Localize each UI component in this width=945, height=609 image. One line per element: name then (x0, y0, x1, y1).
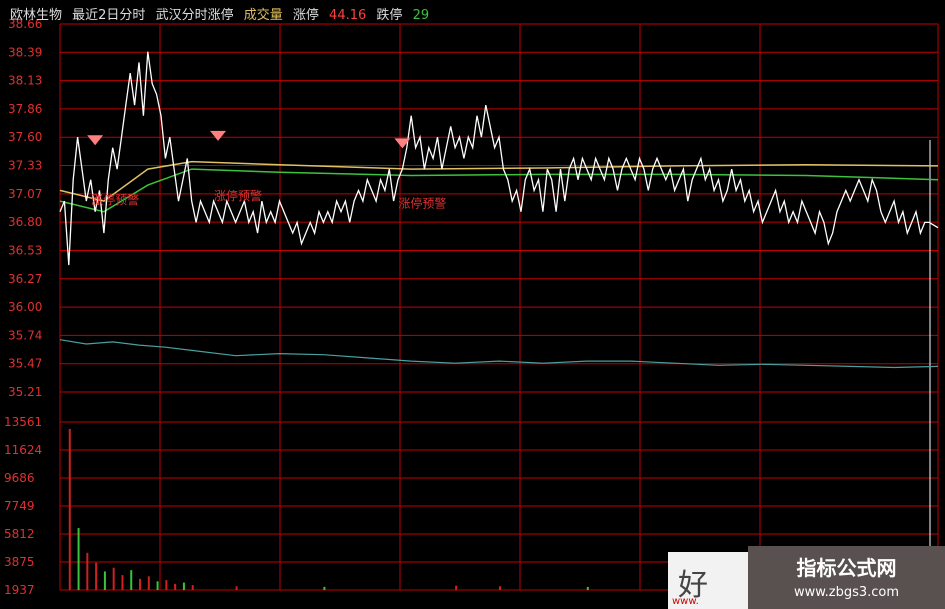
price-tick-label: 38.13 (8, 74, 42, 88)
chart-header: 欧林生物 最近2日分时 武汉分时涨停 成交量 涨停 44.16 跌停 29 (10, 4, 435, 23)
chart-stage: 38.66 38.39 38.13 37.86 37.60 37.33 37.07 36.80… (0, 0, 945, 609)
limit-up-alert-label: 涨停预警 (398, 195, 446, 210)
price-tick-label: 35.74 (8, 328, 42, 342)
watermark-brand: 指标公式网 www.zbgs3.com (748, 546, 945, 609)
limit-up-alert-label: 涨停预警 (91, 192, 139, 207)
price-tick-label: 35.21 (8, 385, 42, 399)
watermark-url: www.zbgs3.com (793, 585, 900, 600)
volume-bar (112, 567, 115, 590)
volume-tick-label: 1937 (4, 583, 35, 597)
volume-label: 成交量 (243, 8, 283, 23)
volume-bar (130, 570, 133, 590)
volume-tick-label: 3875 (4, 555, 35, 569)
limit-up-value: 44.16 (329, 8, 367, 23)
intraday-chart: 38.6638.3938.1337.8637.6037.3337.0736.80… (4, 17, 939, 597)
price-tick-label: 37.33 (8, 159, 42, 173)
limit-up-marker (210, 130, 227, 141)
volume-tick-label: 11624 (4, 443, 42, 457)
price-tick-label: 36.53 (8, 243, 42, 257)
volume-tick-label: 9686 (4, 471, 35, 485)
price-tick-label: 36.80 (8, 215, 42, 229)
volume-bar (68, 428, 71, 590)
limit-up-label: 涨停 (292, 8, 319, 23)
watermark-left-url: www. (672, 596, 699, 607)
watermark-left: 好 www. (668, 552, 748, 609)
stock-name: 欧林生物 (10, 8, 63, 23)
price-line (59, 51, 939, 266)
price-tick-label: 36.00 (8, 300, 42, 314)
limit-up-marker (87, 135, 104, 146)
limit-down-label: 跌停 (376, 8, 403, 23)
volume-bar (103, 571, 106, 590)
volume-bar (139, 578, 142, 590)
volume-bar (323, 586, 326, 590)
volume-bar (165, 580, 168, 590)
price-tick-label: 37.07 (8, 187, 42, 201)
volume-bar (235, 586, 238, 590)
price-tick-label: 36.27 (8, 272, 42, 286)
avg-green-line (59, 168, 939, 213)
volume-bar (86, 552, 89, 590)
volume-bar (586, 586, 589, 590)
volume-bar (174, 583, 177, 590)
volume-bar (95, 562, 98, 590)
price-tick-label: 35.47 (8, 357, 42, 371)
volume-tick-label: 5812 (4, 527, 35, 541)
volume-bar (77, 528, 80, 590)
volume-bar (121, 575, 124, 590)
volume-tick-label: 7749 (4, 499, 35, 513)
formula-name: 武汉分时涨停 (155, 8, 234, 23)
volume-bar (499, 586, 501, 590)
volume-tick-label: 13561 (4, 415, 42, 429)
volume-bar (147, 576, 150, 590)
price-tick-label: 38.39 (8, 45, 42, 59)
volume-bar (182, 582, 185, 590)
watermark-brand-name: 指标公式网 (796, 556, 897, 580)
volume-bar (455, 585, 458, 590)
price-tick-label: 37.86 (8, 102, 42, 116)
limit-up-alert-label: 涨停预警 (214, 188, 262, 203)
price-tick-label: 37.60 (8, 130, 42, 144)
volume-bar (191, 585, 194, 590)
limit-down-value: 29 (412, 8, 430, 23)
period-desc: 最近2日分时 (72, 8, 146, 23)
volume-bar (156, 581, 159, 590)
